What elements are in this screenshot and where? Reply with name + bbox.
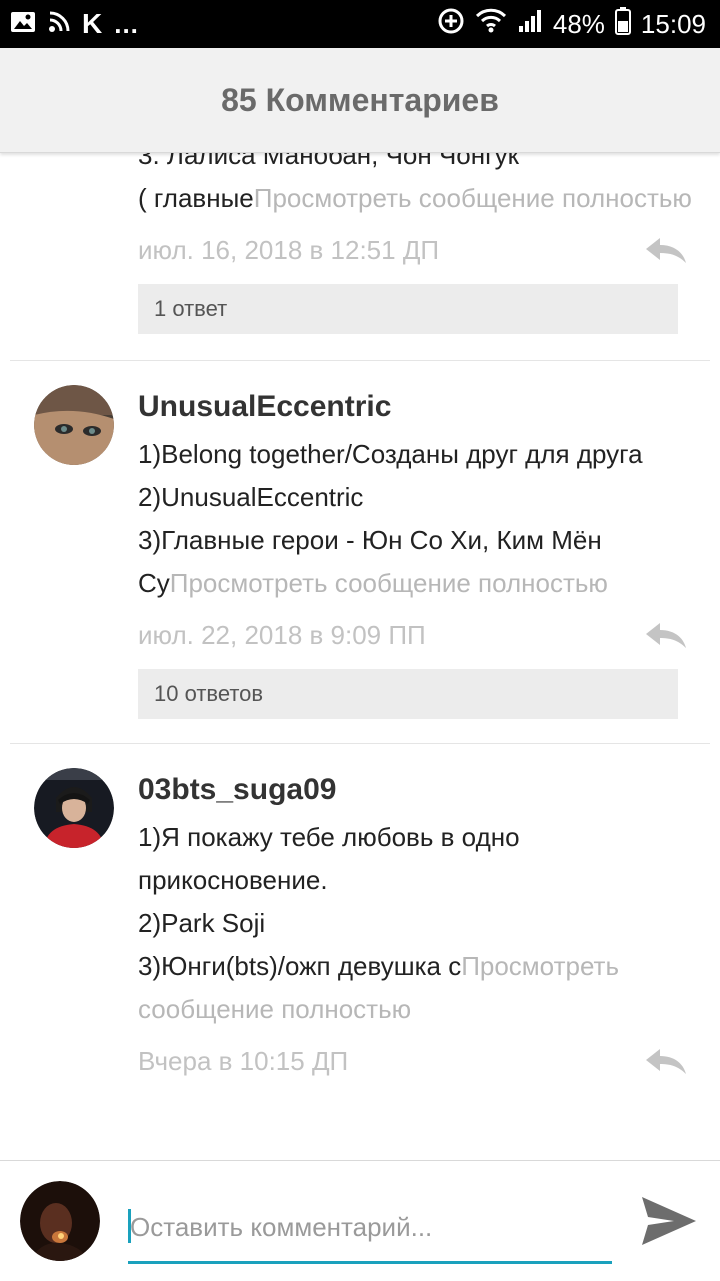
comment-input-wrapper — [128, 1197, 614, 1264]
comment-text: 1)Belong together/Созданы друг для друга… — [138, 433, 694, 605]
comment-line: 3. Лалиса Манобан, Чон Чонгук — [138, 152, 519, 170]
comment-username[interactable]: 03bts_suga09 — [138, 770, 694, 810]
data-saver-icon — [437, 7, 465, 42]
comment-line: 2)UnusualEccentric — [138, 482, 364, 512]
reply-icon[interactable] — [644, 236, 688, 266]
comments-scroll-area[interactable]: 3. Лалиса Манобан, Чон Чонгук ( главныеП… — [0, 152, 720, 1160]
more-notifications-dots: ... — [114, 8, 139, 39]
clock: 15:09 — [640, 8, 706, 39]
view-full-message-link[interactable]: Просмотреть сообщение полностью — [254, 183, 692, 213]
comment-item: 03bts_suga09 1)Я покажу тебе любовь в од… — [10, 744, 710, 1109]
send-icon[interactable] — [640, 1195, 698, 1247]
comment-username[interactable]: UnusualEccentric — [138, 387, 694, 427]
app-header: 85 Комментариев — [0, 48, 720, 153]
battery-icon — [614, 6, 631, 42]
comment-date: июл. 16, 2018 в 12:51 ДП — [138, 235, 440, 265]
comment-line: ( главные — [138, 183, 254, 213]
rss-icon — [48, 11, 70, 38]
comment-composer — [0, 1160, 720, 1281]
image-icon — [10, 10, 36, 39]
my-avatar[interactable] — [20, 1181, 100, 1261]
comment-text: 1)Я покажу тебе любовь в одно прикоснове… — [138, 816, 694, 1031]
comments-list: 3. Лалиса Манобан, Чон Чонгук ( главныеП… — [10, 152, 710, 1109]
view-full-message-link[interactable]: Просмотреть сообщение полностью — [170, 568, 608, 598]
signal-icon — [517, 8, 543, 41]
replies-button[interactable]: 10 ответов — [138, 669, 678, 719]
k-icon: K — [82, 8, 103, 39]
comment-date: Вчера в 10:15 ДП — [138, 1046, 349, 1076]
battery-percent: 48% — [552, 8, 605, 39]
comment-date: июл. 22, 2018 в 9:09 ПП — [138, 620, 426, 650]
comment-text: 3. Лалиса Манобан, Чон Чонгук ( главныеП… — [138, 152, 694, 220]
comment-item: UnusualEccentric 1)Belong together/Созда… — [10, 361, 710, 744]
wifi-icon — [475, 8, 507, 41]
avatar[interactable] — [34, 385, 114, 465]
comment-line: 1)Belong together/Созданы друг для друга — [138, 439, 643, 469]
comment-line: 2)Park Soji — [138, 908, 266, 938]
replies-button[interactable]: 1 ответ — [138, 284, 678, 334]
comment-input[interactable] — [128, 1197, 614, 1257]
reply-icon[interactable] — [644, 621, 688, 651]
status-bar: K ... 48% 15:09 — [0, 0, 720, 48]
text-cursor — [128, 1209, 131, 1243]
avatar[interactable] — [34, 768, 114, 848]
comment-item: 3. Лалиса Манобан, Чон Чонгук ( главныеП… — [10, 152, 710, 361]
comment-line: 3)Юнги(bts)/ожп девушка с — [138, 951, 462, 981]
page-title: 85 Комментариев — [221, 82, 499, 118]
comment-line: 1)Я покажу тебе любовь в одно прикоснове… — [138, 822, 520, 895]
reply-icon[interactable] — [644, 1047, 688, 1077]
